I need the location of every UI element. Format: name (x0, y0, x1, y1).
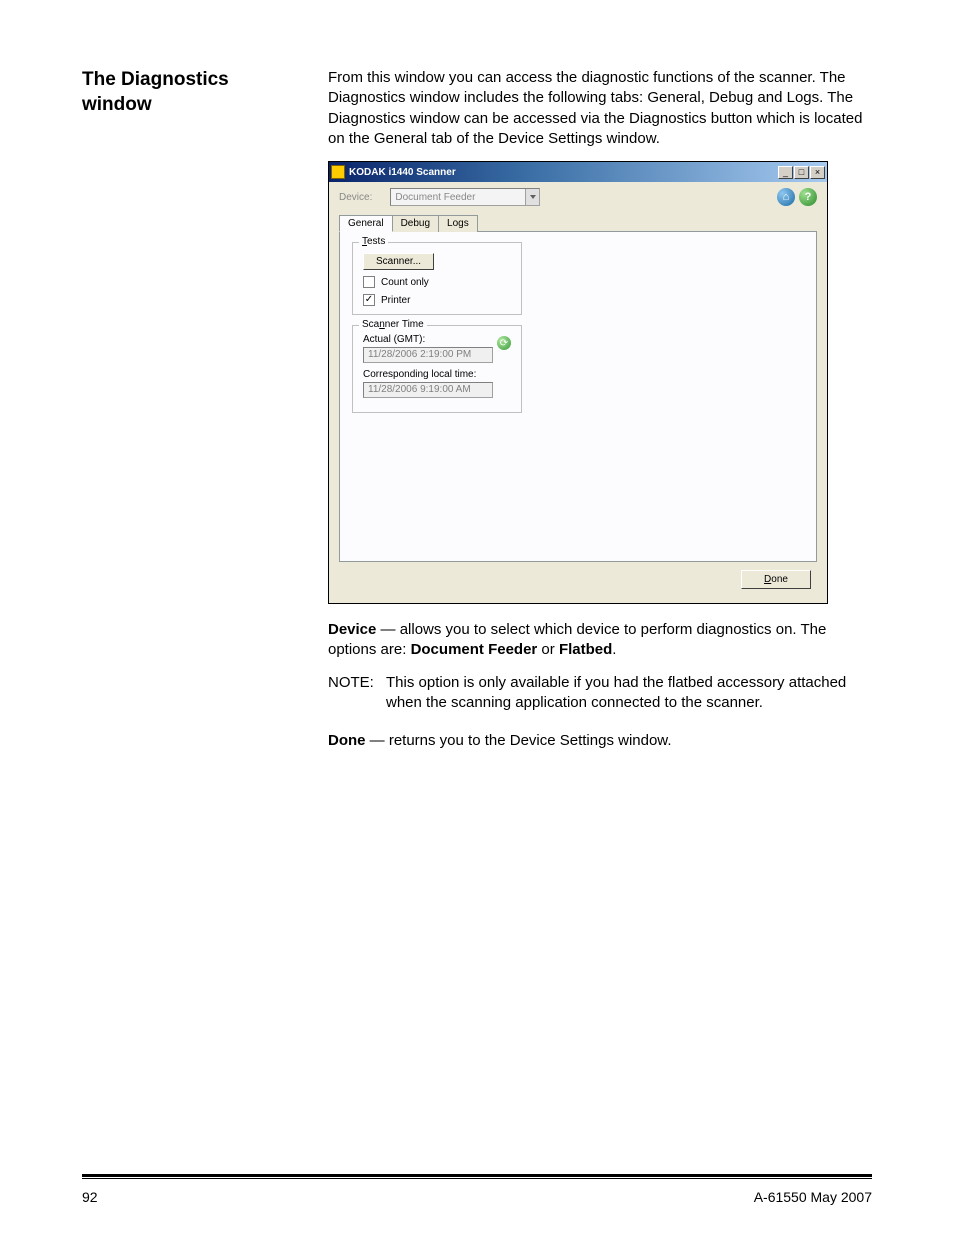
page-footer: 92 A-61550 May 2007 (82, 1189, 872, 1205)
done-button[interactable]: Done (741, 570, 811, 589)
tab-panel-general: Tests Scanner... Count only Printer (339, 232, 817, 562)
home-icon[interactable]: ⌂ (777, 188, 795, 206)
tab-strip: General Debug Logs (339, 214, 817, 232)
window-titlebar: KODAK i1440 Scanner _ □ × (329, 162, 827, 182)
dropdown-button[interactable] (525, 189, 539, 205)
intro-paragraph: From this window you can access the diag… (328, 68, 872, 149)
done-description: Done — returns you to the Device Setting… (328, 731, 872, 751)
device-label: Device: (339, 192, 372, 203)
printer-label: Printer (381, 295, 410, 306)
device-select-value: Document Feeder (395, 192, 475, 203)
scanner-button[interactable]: Scanner... (363, 253, 434, 270)
window-title: KODAK i1440 Scanner (349, 167, 778, 178)
device-description: Device — allows you to select which devi… (328, 620, 872, 661)
scanner-time-groupbox: Scanner Time ⟳ Actual (GMT): 11/28/2006 … (352, 325, 522, 413)
refresh-icon[interactable]: ⟳ (497, 336, 511, 350)
tests-group-label: Tests (359, 236, 388, 247)
maximize-button[interactable]: □ (794, 166, 809, 179)
diagnostics-window: KODAK i1440 Scanner _ □ × Device: Docume… (328, 161, 828, 604)
footer-rule (82, 1174, 872, 1179)
count-only-label: Count only (381, 277, 429, 288)
note-text: This option is only available if you had… (386, 673, 872, 714)
local-time-label: Corresponding local time: (363, 369, 511, 380)
tab-debug[interactable]: Debug (392, 215, 439, 232)
section-heading: The Diagnostics window (82, 68, 298, 117)
actual-gmt-field: 11/28/2006 2:19:00 PM (363, 347, 493, 363)
close-button[interactable]: × (810, 166, 825, 179)
app-icon (331, 165, 345, 179)
printer-checkbox[interactable] (363, 294, 375, 306)
device-select[interactable]: Document Feeder (390, 188, 540, 206)
local-time-field: 11/28/2006 9:19:00 AM (363, 382, 493, 398)
tests-groupbox: Tests Scanner... Count only Printer (352, 242, 522, 315)
doc-id: A-61550 May 2007 (754, 1189, 872, 1205)
note-label: NOTE: (328, 673, 380, 714)
actual-gmt-label: Actual (GMT): (363, 334, 511, 345)
count-only-checkbox[interactable] (363, 276, 375, 288)
tab-logs[interactable]: Logs (438, 215, 478, 232)
tab-general[interactable]: General (339, 215, 393, 232)
help-icon[interactable]: ? (799, 188, 817, 206)
note-paragraph: NOTE: This option is only available if y… (328, 673, 872, 714)
page-number: 92 (82, 1189, 98, 1205)
minimize-button[interactable]: _ (778, 166, 793, 179)
scanner-time-group-label: Scanner Time (359, 319, 427, 330)
chevron-down-icon (530, 195, 536, 199)
